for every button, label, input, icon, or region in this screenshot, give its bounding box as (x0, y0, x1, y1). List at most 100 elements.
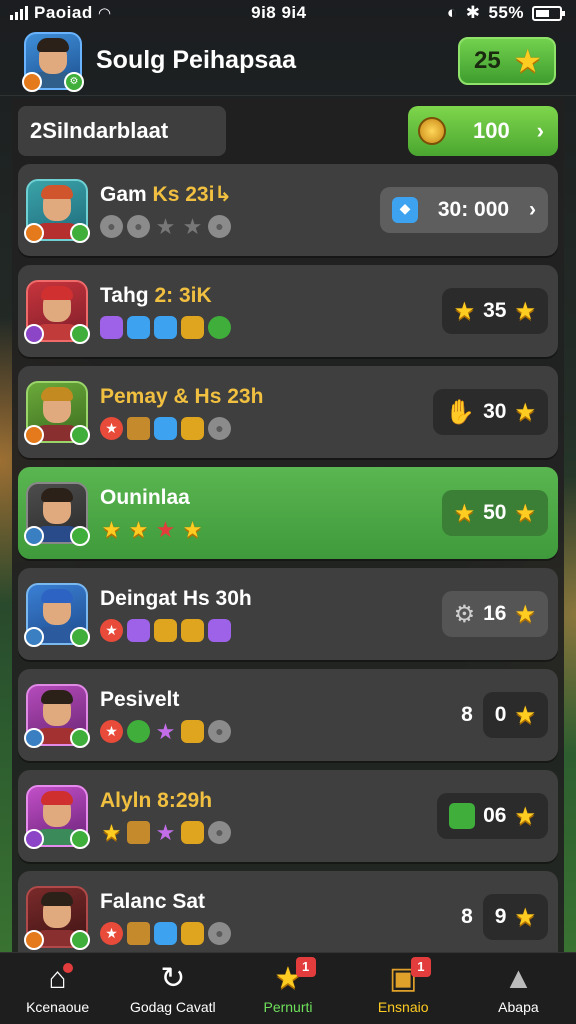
ability-badge-icon (70, 324, 90, 344)
gold-icon (181, 719, 204, 743)
ball-icon: ● (208, 921, 231, 945)
clock-label: 9i8 9i4 (251, 3, 307, 22)
tab-stars[interactable]: 1 ★ Pernurti (230, 953, 345, 1024)
profile-avatar[interactable]: ⚙ (22, 31, 84, 92)
skill-icons: ★ (100, 618, 442, 642)
star-icon: ★ (155, 819, 176, 845)
list-item[interactable]: Tahg 2: 3iK ★ 35 ★ (18, 265, 558, 357)
ability-badge-icon (70, 728, 90, 748)
stars-counter[interactable]: 25 ★ (458, 36, 556, 85)
star-reward[interactable]: ★ 50 ★ (441, 490, 548, 536)
gem-price-button[interactable]: ◆ 30: 000 › (380, 187, 548, 233)
skill-icons: ● ● ★ ★ ● (100, 215, 380, 238)
stars-count: 25 (474, 46, 501, 74)
player-avatar (24, 886, 90, 950)
list-item[interactable]: Deingat Hs 30h ★ ⚙ 16 ★ (18, 568, 558, 660)
star-icon: ★ (514, 297, 536, 325)
player-name: Pemay & Hs 23h (100, 384, 264, 408)
list-item[interactable]: Pesivelt ★ ★ ● 8 0 ★ (18, 669, 558, 761)
tab-label: Pernurti (263, 998, 313, 1015)
player-avatar (24, 684, 90, 748)
star-icon: ★ (514, 701, 536, 729)
reward-button[interactable]: ⚙ 16 ★ (441, 591, 548, 637)
player-avatar (24, 280, 90, 344)
page-title: Soulg Peihapsaa (96, 46, 297, 74)
player-list: Gam Ks 23i↳ ● ● ★ ★ ● ◆ 30: 000 › Tahg 2… (12, 164, 564, 952)
gold-icon (181, 315, 204, 339)
star-reward[interactable]: 0 ★ (482, 692, 548, 738)
gem-icon (100, 315, 123, 339)
summary-bar: 2SiIndarblaat 100 › (12, 98, 564, 164)
star-icon: ★ (101, 819, 122, 845)
list-item[interactable]: Gam Ks 23i↳ ● ● ★ ★ ● ◆ 30: 000 › (18, 164, 558, 256)
list-item[interactable]: Falanc Sat ★ ● 8 9 ★ (18, 871, 558, 952)
star-reward[interactable]: ★ 35 ★ (441, 288, 548, 334)
star-badge-icon: ★ (100, 921, 123, 945)
list-item-selected[interactable]: Ouninlaa ★ ★ ★ ★ ★ 50 ★ (18, 467, 558, 559)
player-name: Gam (100, 183, 147, 206)
bottom-tab-bar: ⌂ Kcenaoue ↻ Godag Cavatl 1 ★ Pernurti 1… (0, 952, 576, 1024)
ability-badge-icon (70, 829, 90, 849)
rank-badge-icon (24, 425, 44, 445)
reward-prefix: 8 (461, 905, 473, 928)
player-avatar (24, 381, 90, 445)
chevron-right-icon: › (528, 198, 536, 221)
rotate-icon: ↻ (160, 961, 186, 995)
reward-value: 50 (483, 501, 507, 524)
star-icon: ★ (453, 499, 476, 527)
status-bar: Paoiad ◠ 9i8 9i4 ◐ ✱ 55% (0, 0, 576, 26)
gear-badge-icon: ⚙ (64, 71, 84, 92)
bluetooth-icon: ✱ (465, 3, 481, 22)
tab-profile[interactable]: ▲ Abapa (461, 953, 576, 1024)
crate-icon (127, 416, 150, 440)
tab-home[interactable]: ⌂ Kcenaoue (0, 953, 115, 1024)
list-item[interactable]: Alyln 8:29h ★ ★ ● 06 ★ (18, 770, 558, 862)
ball-icon (127, 719, 150, 743)
coins-button[interactable]: 100 › (408, 106, 558, 156)
reward-button[interactable]: 06 ★ (437, 793, 548, 839)
notification-badge: 1 (410, 957, 431, 977)
tab-chest[interactable]: 1 ▣ Ensnaio (346, 953, 461, 1024)
summary-label: 2SiIndarblaat (18, 106, 226, 156)
player-name: Pesivelt (100, 687, 180, 711)
ability-badge-icon (70, 627, 90, 647)
wifi-icon: ◠ (98, 5, 111, 22)
skill-icons: ★ ● (100, 921, 461, 945)
gold-icon (181, 618, 204, 642)
reward-value: 16 (483, 602, 507, 625)
star-icon: ★ (101, 516, 122, 542)
rank-badge-icon (24, 526, 44, 546)
star-icon: ★ (514, 499, 536, 527)
reward-value: 9 (494, 905, 507, 928)
star-icon: ★ (128, 516, 149, 542)
ball-icon: ● (208, 719, 231, 743)
player-timer: 2: 3iK (154, 283, 212, 307)
rank-badge-icon (24, 223, 44, 243)
battery-label: 55% (488, 3, 524, 22)
crate-icon (127, 921, 150, 945)
crate-icon (127, 820, 150, 844)
rank-badge-icon (24, 829, 44, 849)
gem-icon (127, 315, 150, 339)
rank-badge-icon (24, 930, 44, 950)
player-name: Tahg (100, 283, 149, 307)
player-name: Alyln 8:29h (100, 788, 213, 812)
tab-label: Kcenaoue (26, 998, 90, 1015)
reward-button[interactable]: ✋ 30 ★ (433, 389, 548, 435)
ball-icon (208, 315, 231, 339)
gold-icon (154, 618, 177, 642)
list-item[interactable]: Pemay & Hs 23h ★ ● ✋ 30 ★ (18, 366, 558, 458)
gold-icon (181, 921, 204, 945)
reward-value: 06 (483, 804, 507, 827)
rating-stars: ★ ★ ★ ★ (100, 518, 442, 541)
star-reward[interactable]: 9 ★ (482, 894, 548, 940)
person-icon: ▲ (503, 961, 534, 995)
star-icon: ★ (514, 903, 536, 931)
coins-count: 100 (472, 118, 510, 143)
rank-badge-icon (24, 324, 44, 344)
skill-icons (100, 315, 442, 339)
ability-badge-icon (70, 425, 90, 445)
ball-icon: ● (208, 215, 231, 238)
chevron-right-icon: › (536, 118, 544, 143)
tab-rotate[interactable]: ↻ Godag Cavatl (115, 953, 230, 1024)
